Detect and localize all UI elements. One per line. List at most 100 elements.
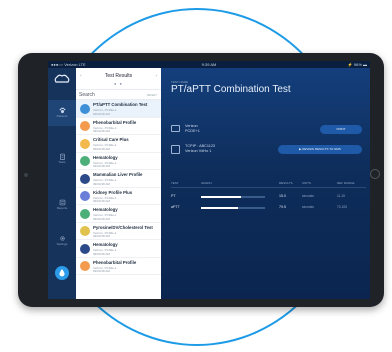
result-bar-fill (201, 206, 239, 209)
nav-rail: Patients Tests Reports Settings (48, 68, 76, 299)
table-divider (171, 187, 366, 188)
species-avatar-icon (80, 208, 90, 219)
rail-label: Reports (56, 206, 68, 210)
list-item[interactable]: Kidney Profile Plus Verizon, PCDE+1 09/03/… (76, 188, 161, 205)
rail-item-patients[interactable]: Patients (48, 100, 76, 126)
list-item-title: Hematology (93, 242, 118, 247)
home-button[interactable] (370, 169, 380, 179)
rail-label: Patients (56, 114, 68, 118)
species-avatar-icon (80, 226, 90, 236)
list-item-date: 09/03/18 AM (93, 146, 110, 151)
patient-id: PCDE+1 (185, 128, 200, 133)
list-item[interactable]: Pyrosine/DV/Cholesterol Test Verizon, PCD… (76, 223, 161, 240)
list-item-date: 09/03/18 AM (93, 234, 110, 238)
species-avatar-icon (80, 173, 90, 184)
status-bar: ●●●○○ Verizon LTE 9:39 AM ⚡ 96% ▬ (48, 61, 370, 68)
list-item-title: PT/aPTT Combination Test (93, 102, 148, 107)
list-item-title: Phenobarbital Profile (93, 259, 137, 265)
detail-panel: TEST NAME PT/aPTT Combination Test Veriz… (161, 68, 370, 299)
result-value: 79.5 (279, 205, 286, 209)
list-item-title: Mammalian Liver Profile (93, 172, 143, 177)
rail-label: Tests (58, 160, 66, 164)
new-test-button[interactable] (55, 266, 69, 280)
list-item[interactable]: Mammalian Liver Profile Verizon, PCDE+1 09… (76, 170, 161, 188)
result-ref-range: 11-15 (337, 194, 345, 199)
list-item-date: 09/03/18 AM (93, 199, 110, 203)
list-item-date: 09/03/18 AM (93, 251, 110, 256)
rail-item-settings[interactable]: Settings (48, 228, 76, 254)
results-list: PT/aPTT Combination Test Verizon, PCDE+1 0… (76, 100, 161, 275)
species-avatar-icon (80, 191, 90, 201)
reset-button[interactable]: RESET (147, 93, 157, 97)
list-header: ‹ Test Results ● ● › (76, 68, 161, 90)
result-bar (201, 195, 265, 198)
illustration: ●●●○○ Verizon LTE 9:39 AM ⚡ 96% ▬ Patien… (0, 0, 392, 352)
list-item-title: Critical Care Plus (93, 137, 129, 142)
test-name-cell: PT (171, 194, 176, 198)
species-avatar-icon (80, 103, 90, 114)
next-page-icon[interactable]: › (155, 73, 157, 79)
result-unit: seconds (302, 194, 314, 199)
column-header-results: RESULTS (279, 181, 293, 185)
result-unit: seconds (302, 205, 314, 210)
list-item-title: Hematology (93, 154, 118, 160)
clock: 9:39 AM (201, 62, 217, 67)
test-title: PT/aPTT Combination Test (171, 84, 291, 95)
column-header-units: UNITS (302, 181, 311, 185)
list-item-title: Kidney Profile Plus (93, 189, 133, 195)
species-avatar-icon (80, 138, 90, 149)
app-logo-icon (54, 74, 70, 83)
column-header-test: TEST (171, 181, 179, 185)
battery-indicator: ⚡ 96% ▬ (347, 62, 367, 67)
rail-item-reports[interactable]: Reports (48, 192, 76, 218)
print-button[interactable]: PRINT (320, 125, 362, 134)
search-input[interactable]: Search (79, 92, 95, 98)
device-name: Verizon VdHo 1 (185, 148, 212, 153)
rail-label: Settings (56, 242, 68, 246)
list-item-title: Pyrosine/DV/Cholesterol Test (93, 224, 153, 230)
droplet-icon (59, 269, 65, 277)
species-avatar-icon (80, 261, 90, 271)
list-item[interactable]: Hematology Verizon, PCDE+1 09/03/18 AM (76, 205, 161, 223)
list-title: Test Results (104, 73, 133, 79)
print-label: PRINT (336, 127, 346, 131)
paw-icon (59, 107, 65, 114)
document-icon (59, 199, 65, 206)
result-value: 15.0 (279, 194, 286, 198)
review-results-button[interactable]: ▶ REVIEW RESULTS TO RMS (278, 145, 362, 154)
clipboard-icon (59, 153, 65, 160)
column-header-graph: GRAPH (201, 181, 212, 185)
list-item[interactable]: Phenobarbital Profile Verizon, PCDE+1 09/0… (76, 118, 161, 135)
rail-item-tests[interactable]: Tests (48, 146, 76, 172)
list-item-date: 09/03/18 AM (93, 164, 110, 168)
list-item[interactable]: Phenobarbital Profile Verizon, PCDE+1 09/0… (76, 258, 161, 275)
page-dots: ● ● (114, 81, 123, 86)
results-list-panel: ‹ Test Results ● ● › Search RESET PT/aPT… (76, 68, 161, 299)
species-avatar-icon (80, 156, 90, 166)
list-item-date: 09/03/18 AM (93, 181, 110, 186)
device-icon (171, 145, 180, 154)
patient-icon (171, 125, 180, 132)
result-bar (201, 206, 265, 209)
list-item[interactable]: Hematology Verizon, PCDE+1 09/03/18 AM (76, 153, 161, 170)
list-item-title: Phenobarbital Profile (93, 119, 137, 125)
list-item-date: 09/03/18 AM (93, 129, 110, 133)
gear-icon (59, 236, 65, 241)
species-avatar-icon (80, 121, 90, 131)
list-item-date: 09/03/18 AM (93, 216, 110, 221)
list-item[interactable]: Critical Care Plus Verizon, PCDE+1 09/03/1… (76, 135, 161, 153)
tablet-frame: ●●●○○ Verizon LTE 9:39 AM ⚡ 96% ▬ Patien… (18, 53, 384, 307)
search-bar[interactable]: Search RESET (76, 90, 161, 100)
review-label: REVIEW RESULTS TO RMS (302, 147, 341, 151)
list-item-date: 09/03/18 AM (93, 269, 110, 273)
test-name-cell: aPTT (171, 205, 180, 209)
app-screen: ●●●○○ Verizon LTE 9:39 AM ⚡ 96% ▬ Patien… (48, 61, 370, 299)
list-item-date: 09/03/18 AM (93, 111, 110, 116)
column-header-ref-range: REF RANGE (337, 181, 355, 185)
species-avatar-icon (80, 243, 90, 254)
result-ref-range: 70-105 (337, 205, 347, 210)
tablet-camera (24, 173, 28, 177)
list-item[interactable]: Hematology Verizon, PCDE+1 09/03/18 AM (76, 240, 161, 258)
list-item-title: Hematology (93, 207, 118, 212)
list-item[interactable]: PT/aPTT Combination Test Verizon, PCDE+1 0… (76, 100, 161, 118)
